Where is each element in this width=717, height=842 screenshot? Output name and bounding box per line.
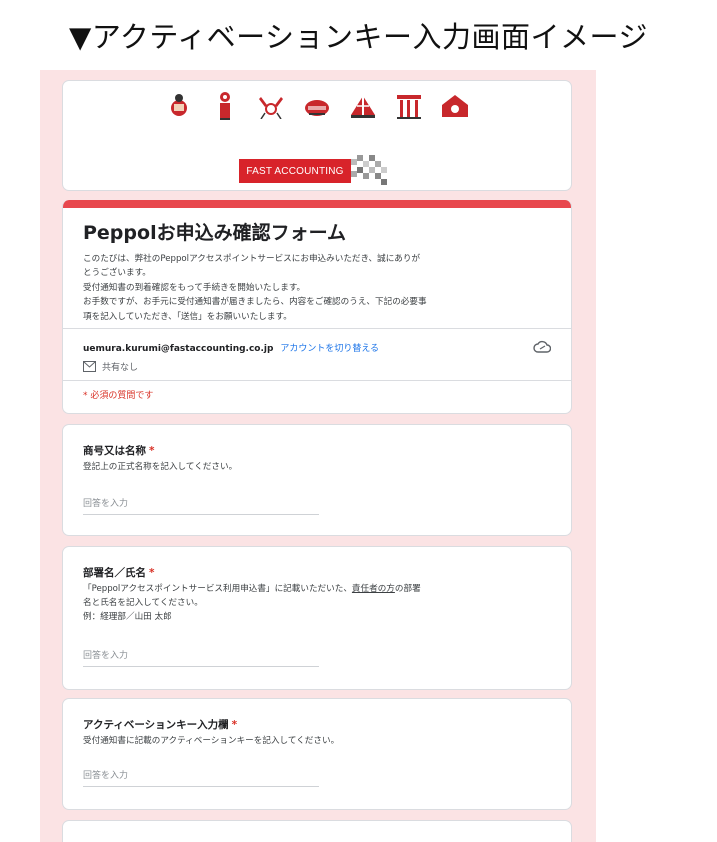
required-note: * 必須の質問です — [83, 391, 154, 401]
question-help-line: 登記上の正式名称を記入してください。 — [83, 462, 238, 472]
description-line: とうございます。 — [83, 268, 151, 279]
description-line: このたびは、弊社のPeppolアクセスポイントサービスにお申込みいただき、誠にあ… — [83, 254, 421, 264]
department-name-input[interactable] — [83, 645, 319, 667]
question-activation-key: アクティベーションキー入力欄 * 受付通知書に記載のアクティベーションキーを記入し… — [62, 698, 572, 810]
brand-label: FAST ACCOUNTING — [239, 159, 351, 183]
question-title-text: 商号又は名称 — [83, 445, 146, 457]
company-name-input[interactable] — [83, 493, 319, 515]
form-title: Peppolお申込み確認フォーム — [83, 222, 347, 244]
question-department-name: 部署名／氏名 * 「Peppolアクセスポイントサービス利用申込書」に記載いただい… — [62, 546, 572, 690]
help-text-underlined: 責任者の方 — [351, 584, 395, 594]
shrine-mascot-icon — [394, 91, 424, 121]
title-accent-bar — [63, 200, 571, 208]
house-mascot-icon — [440, 91, 470, 121]
fast-accounting-logo: FAST ACCOUNTING — [239, 155, 389, 185]
question-help: 登記上の正式名称を記入してください。 — [83, 460, 553, 474]
question-help-line: 「Peppolアクセスポイントサービス利用申込書」に記載いただいた、責任者の方の… — [83, 582, 553, 596]
switch-account-link[interactable]: アカウントを切り替える — [280, 344, 379, 354]
help-text: 「Peppolアクセスポイントサービス利用申込書」に記載いただいた、 — [83, 584, 352, 594]
cloud-save-icon — [533, 340, 551, 353]
required-mark: * — [231, 719, 238, 731]
question-title: 部署名／氏名 * — [83, 565, 155, 580]
tent-mascot-icon — [348, 91, 378, 121]
activation-key-input[interactable] — [83, 765, 319, 787]
pixel-logo-icon — [351, 155, 387, 185]
account-row: uemura.kurumi@fastaccounting.co.jp アカウント… — [83, 341, 379, 354]
lantern-mascot-icon — [210, 91, 240, 121]
crab-mascot-icon — [256, 91, 286, 121]
share-status: 共有なし — [83, 360, 138, 373]
form-header-card: FAST ACCOUNTING — [62, 80, 572, 191]
description-line: 項を記入していただき、「送信」をお願いいたします。 — [83, 311, 292, 322]
required-mark: * — [149, 567, 155, 579]
question-help: 受付通知書に記載のアクティベーションキーを記入してください。 — [83, 734, 553, 748]
question-title: 商号又は名称 * — [83, 443, 155, 458]
description-line: 受付通知書の到着確認をもって手続きを開始いたします。 — [83, 282, 306, 293]
mail-icon — [83, 361, 96, 372]
bun-mascot-icon — [302, 91, 332, 121]
mascot-row — [63, 91, 571, 121]
question-help: 「Peppolアクセスポイントサービス利用申込書」に記載いただいた、責任者の方の… — [83, 582, 553, 624]
question-company-name: 商号又は名称 * 登記上の正式名称を記入してください。 — [62, 424, 572, 536]
question-title-text: 部署名／氏名 — [83, 567, 146, 579]
divider — [63, 328, 571, 329]
description-line: お手数ですが、お手元に受付通知書が届きましたら、内容をご確認のうえ、下記の必要事 — [83, 297, 427, 308]
help-text: の部署 — [394, 584, 421, 594]
form-description: このたびは、弊社のPeppolアクセスポイントサービスにお申込みいただき、誠にあ… — [83, 252, 553, 324]
share-status-label: 共有なし — [102, 363, 139, 373]
page-caption: ▼アクティベーションキー入力画面イメージ — [69, 20, 648, 54]
form-title-card: Peppolお申込み確認フォーム このたびは、弊社のPeppolアクセスポイント… — [62, 200, 572, 414]
question-help-line: 例：経理部／山田 太郎 — [83, 612, 172, 622]
form-screenshot: FAST ACCOUNTING Peppolお申込み確認フォーム このたびは、弊… — [40, 70, 596, 842]
account-email: uemura.kurumi@fastaccounting.co.jp — [83, 344, 274, 354]
question-title: アクティベーションキー入力欄 * — [83, 717, 237, 732]
question-help-line: 受付通知書に記載のアクティベーションキーを記入してください。 — [83, 736, 340, 746]
question-card-next — [62, 820, 572, 842]
divider — [63, 380, 571, 381]
question-title-text: アクティベーションキー入力欄 — [83, 719, 229, 731]
question-help-line: 名と氏名を記入してください。 — [83, 598, 203, 608]
required-mark: * — [149, 445, 155, 457]
daruma-mascot-icon — [164, 91, 194, 121]
